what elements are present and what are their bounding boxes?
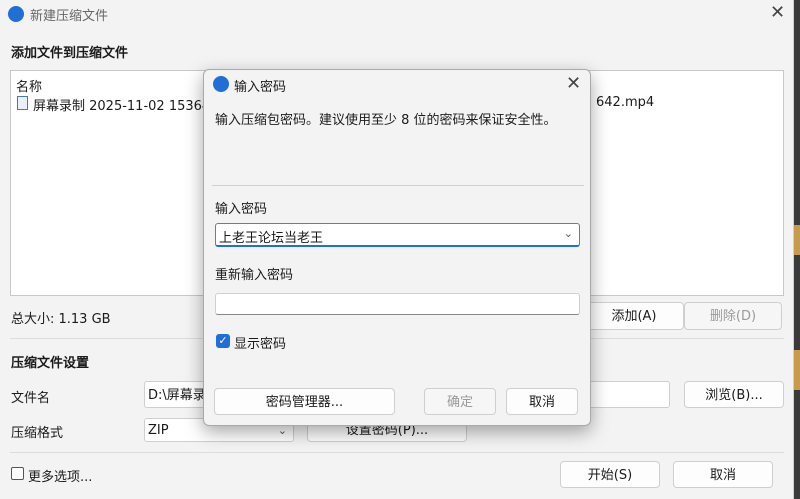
divider-bottom xyxy=(10,452,784,453)
format-label: 压缩格式 xyxy=(11,426,64,441)
more-options-checkbox[interactable] xyxy=(11,467,24,480)
chevron-down-icon[interactable]: ⌄ xyxy=(564,227,573,240)
title-bar: 新建压缩文件 ✕ xyxy=(0,0,794,28)
cancel-button[interactable]: 取消 xyxy=(673,461,773,488)
password-dialog: 输入密码 ✕ 输入压缩包密码。建议使用至少 8 位的密码来保证安全性。 输入密码… xyxy=(203,69,591,426)
close-icon[interactable]: ✕ xyxy=(566,75,581,93)
file-name-end: 642.mp4 xyxy=(596,95,655,110)
delete-button[interactable]: 删除(D) xyxy=(684,302,782,330)
format-value: ZIP xyxy=(148,423,169,438)
dialog-description: 输入压缩包密码。建议使用至少 8 位的密码来保证安全性。 xyxy=(215,113,557,128)
password-manager-button[interactable]: 密码管理器... xyxy=(214,388,395,415)
dialog-divider xyxy=(212,185,584,186)
dialog-title-bar: 输入密码 ✕ xyxy=(204,70,590,100)
more-options-label[interactable]: 更多选项... xyxy=(28,466,92,485)
password-label: 输入密码 xyxy=(215,202,268,217)
add-button[interactable]: 添加(A) xyxy=(584,302,684,330)
video-file-icon xyxy=(17,96,28,110)
filename-label: 文件名 xyxy=(11,391,51,406)
ok-button[interactable]: 确定 xyxy=(424,388,496,415)
section-heading-add-files: 添加文件到压缩文件 xyxy=(11,46,129,61)
close-icon[interactable]: ✕ xyxy=(770,4,785,22)
section-heading-settings: 压缩文件设置 xyxy=(11,356,90,371)
file-name-start: 屏幕录制 2025-11-02 153642 xyxy=(33,99,219,114)
window-title: 新建压缩文件 xyxy=(30,9,109,24)
column-header-name: 名称 xyxy=(16,80,43,95)
password-value: 上老王论坛当老王 xyxy=(219,231,324,246)
app-logo-icon xyxy=(8,6,24,22)
password-input[interactable]: 上老王论坛当老王 ⌄ xyxy=(215,223,580,247)
reenter-label: 重新输入密码 xyxy=(215,268,294,283)
dialog-title: 输入密码 xyxy=(234,80,287,95)
app-logo-icon xyxy=(213,76,229,92)
show-password-label[interactable]: 显示密码 xyxy=(234,333,286,352)
start-button[interactable]: 开始(S) xyxy=(560,461,660,488)
show-password-checkbox[interactable]: ✓ xyxy=(216,334,230,348)
total-size: 总大小: 1.13 GB xyxy=(11,312,111,327)
reenter-password-input[interactable] xyxy=(215,293,580,315)
dialog-cancel-button[interactable]: 取消 xyxy=(506,388,578,415)
browse-button[interactable]: 浏览(B)... xyxy=(684,381,784,408)
